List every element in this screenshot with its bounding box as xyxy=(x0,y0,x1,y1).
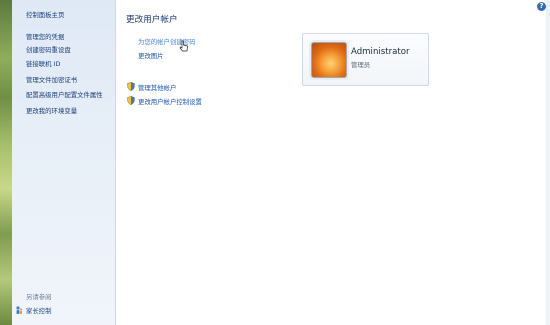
sidebar-item-file-encryption-certs[interactable]: 管理文件加密证书 xyxy=(26,75,77,84)
sidebar-item-password-reset-disk[interactable]: 创建密码重设盘 xyxy=(26,45,71,54)
page-title: 更改用户帐户 xyxy=(126,15,178,25)
sidebar-item-manage-credentials[interactable]: 管理您的凭据 xyxy=(26,32,64,41)
change-uac-settings-link[interactable]: 更改用户帐户控制设置 xyxy=(138,97,202,106)
account-name: Administrator xyxy=(351,47,410,57)
main-content-pane: 更改用户帐户 为您的帐户创建密码 更改图片 管理其他帐户 更改用户帐户控制设置 … xyxy=(116,0,534,325)
left-navigation-pane: 控制面板主页 管理您的凭据 创建密码重设盘 链接联机 ID 管理文件加密证书 配… xyxy=(12,0,116,325)
shield-icon xyxy=(127,82,135,91)
sidebar-item-link-online-id[interactable]: 链接联机 ID xyxy=(26,59,60,68)
control-panel-home-link[interactable]: 控制面板主页 xyxy=(26,10,64,19)
sidebar-item-environment-variables[interactable]: 更改我的环境变量 xyxy=(26,106,77,115)
parental-control-icon xyxy=(16,306,23,314)
see-also-label: 另请参阅 xyxy=(26,293,52,301)
mouse-cursor-icon xyxy=(179,40,188,52)
window-right-edge xyxy=(546,0,550,325)
shield-icon xyxy=(127,96,135,105)
desktop-edge-left xyxy=(0,0,12,325)
manage-other-accounts-link[interactable]: 管理其他帐户 xyxy=(138,83,176,92)
help-icon[interactable]: ? xyxy=(537,2,546,11)
parental-controls-link[interactable]: 家长控制 xyxy=(26,306,52,315)
sidebar-item-advanced-profile-properties[interactable]: 配置高级用户配置文件属性 xyxy=(26,90,103,99)
account-card: Administrator 管理员 xyxy=(302,33,429,86)
account-role: 管理员 xyxy=(351,61,371,69)
change-picture-link[interactable]: 更改图片 xyxy=(138,51,164,60)
avatar xyxy=(311,42,347,78)
